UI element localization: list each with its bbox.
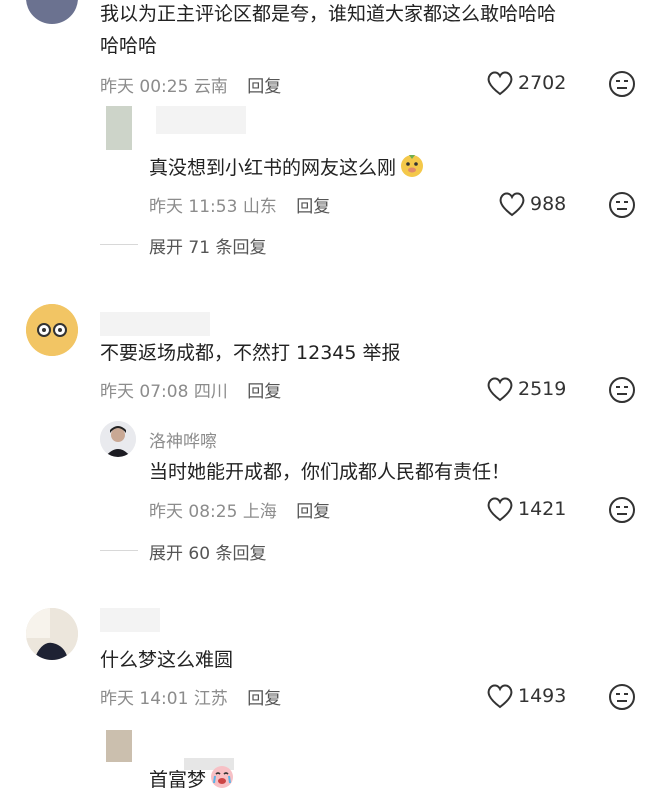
reply-text: 真没想到小红书的网友这么刚 [149,152,425,183]
dislike-button[interactable] [608,191,636,223]
reply-username[interactable]: 洛神哗嚓 [149,427,217,452]
expand-replies-button[interactable]: 展开 60 条回复 [149,539,266,564]
reply-button[interactable]: 回复 [247,689,281,709]
reply-text: 当时她能开成都，你们成都人民都有责任！ [149,461,511,483]
username-blurred [156,106,246,134]
expand-divider [100,244,138,245]
crying-emoji-icon [211,766,234,788]
like-button[interactable]: 1493 [486,683,566,709]
comment-time: 昨天 00:25 [100,77,189,97]
reply-button[interactable]: 回复 [247,382,281,402]
heart-icon [487,497,513,522]
reply-button[interactable]: 回复 [247,77,281,97]
heart-icon [487,71,513,96]
avatar[interactable] [106,106,132,150]
reply-meta: 昨天 08:25 上海 回复 [149,497,330,522]
comment-location: 江苏 [193,689,228,709]
reply-text: 首富梦 [149,764,235,795]
like-count: 1493 [518,685,567,707]
expand-replies-button[interactable]: 展开 71 条回复 [149,233,266,258]
comment-meta: 昨天 07:08 四川 回复 [100,377,281,402]
avatar[interactable] [26,304,78,356]
reply-time: 昨天 08:25 [149,502,238,522]
meh-face-icon [609,684,635,710]
reply-location: 上海 [242,502,277,522]
avatar-person-icon [100,421,136,457]
avatar[interactable] [100,421,136,457]
comment-time: 昨天 07:08 [100,382,189,402]
like-button[interactable]: 1421 [486,496,566,522]
comment-location: 云南 [193,77,228,97]
comment-text: 什么梦这么难圆 [100,649,234,671]
reply-time: 昨天 11:53 [149,197,238,217]
comment-text: 我以为正主评论区都是夸，谁知道大家都这么敢哈哈哈 [100,3,557,25]
comment-time: 昨天 14:01 [100,689,189,709]
reply-button[interactable]: 回复 [296,502,330,522]
heart-icon [487,377,513,402]
heart-icon [487,684,513,709]
avatar[interactable] [106,730,132,762]
comment-text-continued: 哈哈哈 [100,35,158,57]
like-button[interactable]: 2519 [486,376,566,402]
reply-location: 山东 [242,197,277,217]
reply-meta: 昨天 11:53 山东 回复 [149,192,330,217]
dislike-button[interactable] [608,683,636,715]
comment-meta: 昨天 14:01 江苏 回复 [100,684,281,709]
avatar-cartoon-icon [26,304,78,356]
like-count: 988 [530,193,567,215]
username-blurred [100,312,210,336]
like-button[interactable]: 2702 [486,70,566,96]
meh-face-icon [609,377,635,403]
comment-location: 四川 [193,382,228,402]
dislike-button[interactable] [608,376,636,408]
heart-icon [499,192,525,217]
meh-face-icon [609,71,635,97]
avatar[interactable] [26,608,78,660]
avatar-silhouette-icon [26,608,78,660]
comment-text: 不要返场成都，不然打 12345 举报 [100,342,401,364]
comment-meta: 昨天 00:25 云南 回复 [100,72,281,97]
like-button[interactable]: 988 [498,191,566,217]
like-count: 1421 [518,498,567,520]
like-count: 2702 [518,72,567,94]
dislike-button[interactable] [608,496,636,528]
expand-divider [100,550,138,551]
avatar[interactable] [26,0,78,24]
meh-face-icon [609,497,635,523]
dislike-button[interactable] [608,70,636,102]
meh-face-icon [609,192,635,218]
doge-emoji-icon [401,155,424,177]
username-blurred [100,608,160,632]
like-count: 2519 [518,378,567,400]
reply-button[interactable]: 回复 [296,197,330,217]
